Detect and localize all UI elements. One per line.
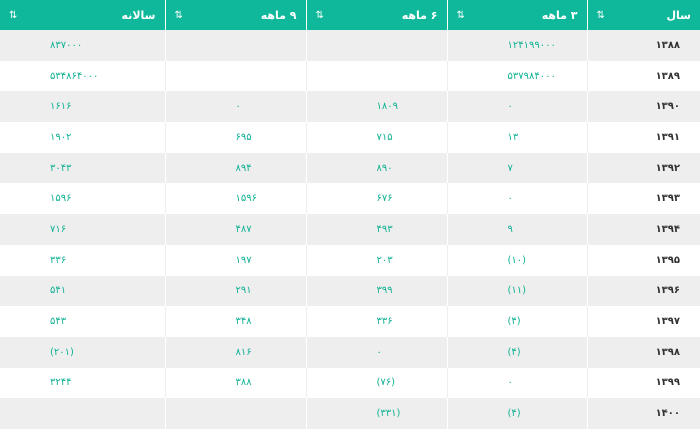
annual-cell: ۵۴۱ xyxy=(0,275,165,307)
nine-month-cell: ۳۴۸ xyxy=(164,306,306,337)
three-month-cell: ۷ xyxy=(446,152,587,184)
annual-cell: ۱۹۰۲ xyxy=(0,122,165,153)
annual-cell: ۸۳۷۰۰۰ xyxy=(0,30,165,61)
table-row: ۱۴۰۰ (۴) (۳۳۱) xyxy=(0,398,700,429)
three-month-cell: ۰ xyxy=(446,183,587,215)
table-row: ۱۳۹۵ (۱۰) ۲۰۳ ۱۹۷ ۳۳۶ xyxy=(0,244,700,276)
three-month-cell: (۴) xyxy=(446,398,587,429)
nine-month-cell xyxy=(164,398,306,429)
header-annual-label: سالانه xyxy=(121,8,156,22)
header-row: سال ⇅ ۳ ماهه ⇅ ۶ ماهه ⇅ ۹ ماهه ⇅ سالانه ⇅ xyxy=(0,0,700,30)
nine-month-cell: ۸۱۶ xyxy=(164,336,306,368)
financial-table: سال ⇅ ۳ ماهه ⇅ ۶ ماهه ⇅ ۹ ماهه ⇅ سالانه ⇅ ۱۳۸… xyxy=(0,0,700,429)
table-row: ۱۳۹۴ ۹ ۴۹۳ ۴۸۷ ۷۱۶ xyxy=(0,214,700,245)
year-cell: ۱۳۹۰ xyxy=(586,91,700,123)
annual-cell: ۵۳۴۸۶۴۰۰۰ xyxy=(0,60,165,92)
annual-cell: ۷۱۶ xyxy=(0,214,165,245)
table-row: ۱۳۹۱ ۱۳ ۷۱۵ ۶۹۵ ۱۹۰۲ xyxy=(0,122,700,153)
nine-month-cell xyxy=(164,60,306,92)
six-month-cell: ۴۹۳ xyxy=(305,214,447,245)
year-cell: ۱۳۸۹ xyxy=(586,60,700,92)
year-cell: ۱۳۹۴ xyxy=(586,214,700,245)
three-month-cell: ۹ xyxy=(446,214,587,245)
six-month-cell: ۶۷۶ xyxy=(305,183,447,215)
year-cell: ۱۳۹۶ xyxy=(586,275,700,307)
header-year-label: سال xyxy=(666,8,692,22)
six-month-cell: ۱۸۰۹ xyxy=(305,91,447,123)
header-year[interactable]: سال ⇅ xyxy=(586,0,700,30)
nine-month-cell: ۶۹۵ xyxy=(164,122,306,153)
six-month-cell: ۷۱۵ xyxy=(305,122,447,153)
nine-month-cell: ۱۵۹۶ xyxy=(164,183,306,215)
nine-month-cell xyxy=(164,30,306,61)
three-month-cell: (۴) xyxy=(446,306,587,337)
six-month-cell: (۳۳۱) xyxy=(305,398,447,429)
year-cell: ۱۳۹۳ xyxy=(586,183,700,215)
annual-cell xyxy=(0,398,165,429)
annual-cell: (۲۰۱) xyxy=(0,336,165,368)
three-month-cell: ۵۳۷۹۸۴۰۰۰ xyxy=(446,60,587,92)
table-row: ۱۳۹۲ ۷ ۸۹۰ ۸۹۴ ۳۰۴۳ xyxy=(0,152,700,184)
six-month-cell: (۷۶) xyxy=(305,367,447,399)
nine-month-cell: ۴۸۷ xyxy=(164,214,306,245)
year-cell: ۱۳۹۲ xyxy=(586,152,700,184)
annual-cell: ۳۳۶ xyxy=(0,244,165,276)
annual-cell: ۱۶۱۶ xyxy=(0,91,165,123)
three-month-cell: ۱۲۴۱۹۹۰۰۰ xyxy=(446,30,587,61)
year-cell: ۱۳۹۵ xyxy=(586,244,700,276)
year-cell: ۱۳۹۸ xyxy=(586,336,700,368)
table-row: ۱۳۹۳ ۰ ۶۷۶ ۱۵۹۶ ۱۵۹۶ xyxy=(0,183,700,215)
nine-month-cell: ۳۸۸ xyxy=(164,367,306,399)
header-3-month-label: ۳ ماهه xyxy=(541,8,578,22)
sort-numeric-icon[interactable]: ⇅ xyxy=(597,10,606,21)
six-month-cell: ۰ xyxy=(305,336,447,368)
six-month-cell: ۳۹۹ xyxy=(305,275,447,307)
header-3-month[interactable]: ۳ ماهه ⇅ xyxy=(446,0,587,30)
three-month-cell: (۱۱) xyxy=(446,275,587,307)
six-month-cell: ۸۹۰ xyxy=(305,152,447,184)
year-cell: ۱۳۹۹ xyxy=(586,367,700,399)
three-month-cell: (۱۰) xyxy=(446,244,587,276)
header-annual[interactable]: سالانه ⇅ xyxy=(0,0,165,30)
table-body: ۱۳۸۸ ۱۲۴۱۹۹۰۰۰ ۸۳۷۰۰۰ ۱۳۸۹ ۵۳۷۹۸۴۰۰۰ ۵۳۴۸۶۴۰۰… xyxy=(0,30,700,429)
three-month-cell: (۴) xyxy=(446,336,587,368)
table-row: ۱۳۹۶ (۱۱) ۳۹۹ ۲۹۱ ۵۴۱ xyxy=(0,275,700,307)
sort-icon[interactable]: ⇅ xyxy=(9,10,18,21)
header-9-month-label: ۹ ماهه xyxy=(260,8,297,22)
year-cell: ۱۳۸۸ xyxy=(586,30,700,61)
table-row: ۱۳۸۹ ۵۳۷۹۸۴۰۰۰ ۵۳۴۸۶۴۰۰۰ xyxy=(0,60,700,92)
annual-cell: ۳۲۴۴ xyxy=(0,367,165,399)
nine-month-cell: ۰ xyxy=(164,91,306,123)
nine-month-cell: ۲۹۱ xyxy=(164,275,306,307)
six-month-cell: ۲۰۳ xyxy=(305,244,447,276)
six-month-cell xyxy=(305,30,447,61)
three-month-cell: ۰ xyxy=(446,91,587,123)
nine-month-cell: ۸۹۴ xyxy=(164,152,306,184)
table-row: ۱۳۸۸ ۱۲۴۱۹۹۰۰۰ ۸۳۷۰۰۰ xyxy=(0,30,700,61)
sort-icon[interactable]: ⇅ xyxy=(457,10,466,21)
year-cell: ۱۳۹۷ xyxy=(586,306,700,337)
annual-cell: ۱۵۹۶ xyxy=(0,183,165,215)
table-row: ۱۳۹۹ ۰ (۷۶) ۳۸۸ ۳۲۴۴ xyxy=(0,367,700,399)
annual-cell: ۵۴۳ xyxy=(0,306,165,337)
six-month-cell: ۳۳۶ xyxy=(305,306,447,337)
year-cell: ۱۴۰۰ xyxy=(586,398,700,429)
year-cell: ۱۳۹۱ xyxy=(586,122,700,153)
nine-month-cell: ۱۹۷ xyxy=(164,244,306,276)
six-month-cell xyxy=(305,60,447,92)
header-6-month-label: ۶ ماهه xyxy=(401,8,438,22)
table-row: ۱۳۹۸ (۴) ۰ ۸۱۶ (۲۰۱) xyxy=(0,336,700,368)
annual-cell: ۳۰۴۳ xyxy=(0,152,165,184)
three-month-cell: ۱۳ xyxy=(446,122,587,153)
table-row: ۱۳۹۷ (۴) ۳۳۶ ۳۴۸ ۵۴۳ xyxy=(0,306,700,337)
three-month-cell: ۰ xyxy=(446,367,587,399)
header-9-month[interactable]: ۹ ماهه ⇅ xyxy=(164,0,306,30)
table-row: ۱۳۹۰ ۰ ۱۸۰۹ ۰ ۱۶۱۶ xyxy=(0,91,700,123)
sort-icon[interactable]: ⇅ xyxy=(316,10,325,21)
sort-icon[interactable]: ⇅ xyxy=(175,10,184,21)
header-6-month[interactable]: ۶ ماهه ⇅ xyxy=(305,0,447,30)
